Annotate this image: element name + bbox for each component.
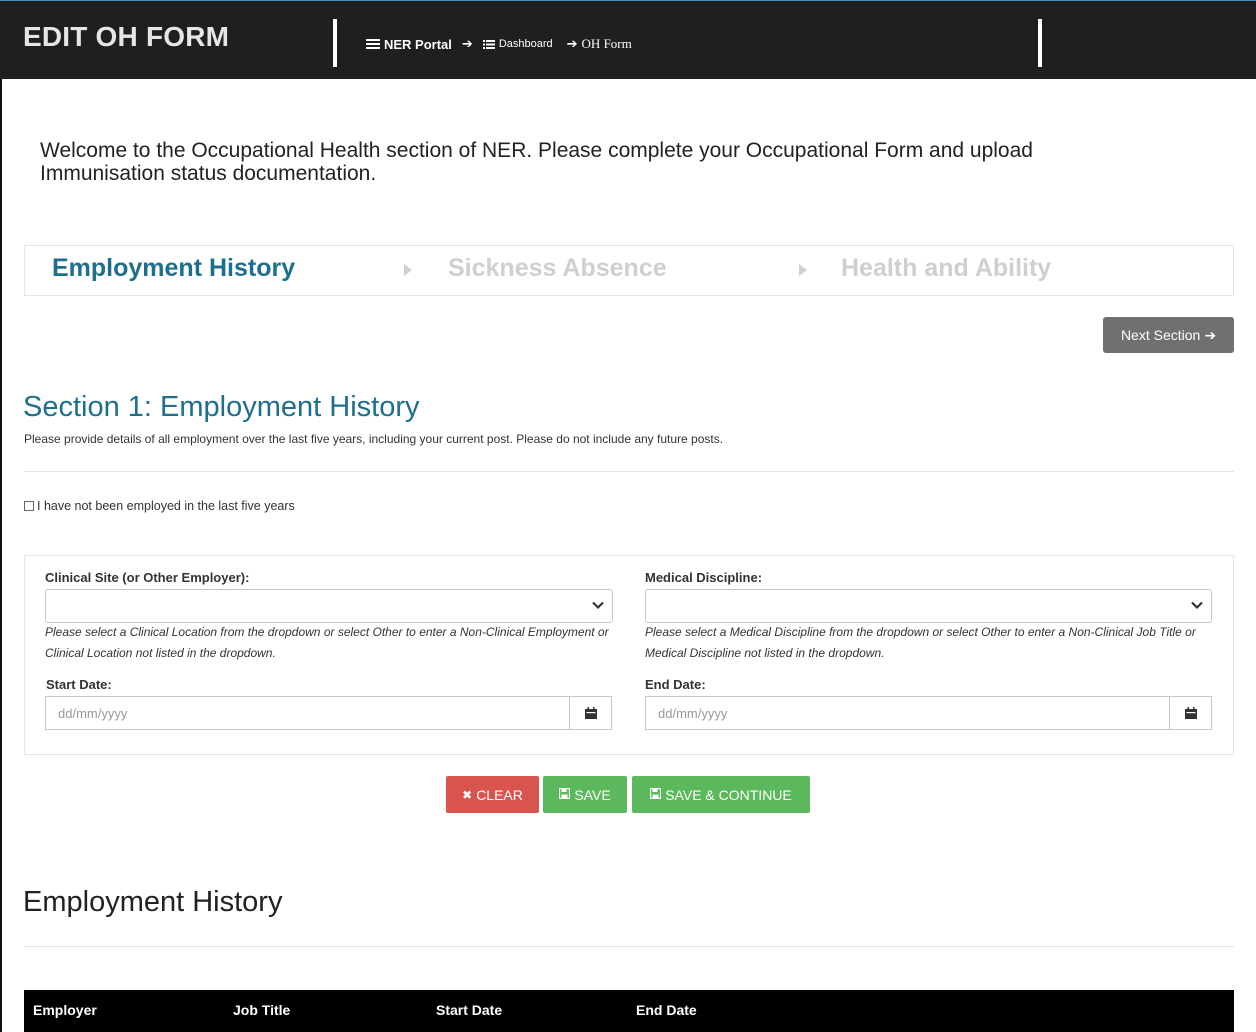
chevron-down-icon: [1191, 601, 1203, 610]
chevron-right-icon: [404, 264, 412, 276]
end-date-label: End Date:: [645, 677, 706, 692]
save-button[interactable]: SAVE: [543, 776, 627, 813]
save-label: SAVE: [574, 786, 611, 803]
column-header-start-date[interactable]: Start Date: [436, 1002, 502, 1018]
chevron-down-icon: [592, 601, 604, 610]
breadcrumb-label: OH Form: [581, 36, 632, 51]
not-employed-checkbox[interactable]: [24, 501, 34, 511]
breadcrumb-ner-portal[interactable]: NER Portal: [366, 37, 452, 52]
column-header-job-title[interactable]: Job Title: [233, 1002, 290, 1018]
breadcrumb-label: NER Portal: [384, 36, 452, 52]
clinical-site-select[interactable]: [45, 589, 613, 623]
not-employed-checkbox-row[interactable]: I have not been employed in the last fiv…: [24, 499, 295, 513]
header-divider: [333, 19, 337, 67]
start-date-placeholder: dd/mm/yyyy: [58, 706, 128, 721]
progress-steps: Employment History Sickness Absence Heal…: [24, 245, 1234, 296]
header-bar: EDIT OH FORM NER Portal ➔ Dashboard ➔ OH…: [0, 0, 1256, 79]
end-date-input[interactable]: dd/mm/yyyy: [645, 696, 1212, 730]
clinical-site-label: Clinical Site (or Other Employer):: [45, 570, 250, 585]
close-icon: ✖: [462, 787, 473, 802]
next-section-label: Next Section: [1120, 327, 1201, 343]
save-and-continue-button[interactable]: SAVE & CONTINUE: [632, 776, 810, 813]
section-description: Please provide details of all employment…: [24, 432, 724, 446]
start-date-input[interactable]: dd/mm/yyyy: [45, 696, 612, 730]
divider: [24, 471, 1234, 472]
calendar-icon[interactable]: [569, 697, 611, 729]
floppy-disk-icon: [559, 787, 571, 802]
arrow-right-icon: ➔: [461, 36, 473, 51]
list-icon: [482, 37, 495, 52]
column-header-end-date[interactable]: End Date: [636, 1002, 697, 1018]
employment-history-table-header: Employer Job Title Start Date End Date: [24, 990, 1234, 1032]
column-header-employer[interactable]: Employer: [33, 1002, 97, 1018]
floppy-disk-icon: [650, 787, 662, 802]
clear-button[interactable]: ✖ CLEAR: [446, 776, 539, 813]
medical-discipline-label: Medical Discipline:: [645, 570, 763, 585]
clinical-site-help: Please select a Clinical Location from t…: [45, 625, 609, 660]
page-title: EDIT OH FORM: [23, 21, 230, 52]
arrow-right-icon: ➔: [1204, 326, 1217, 343]
calendar-icon[interactable]: [1169, 697, 1211, 729]
employment-history-heading: Employment History: [23, 886, 283, 918]
arrow-right-icon: ➔: [566, 36, 578, 51]
next-section-button[interactable]: Next Section ➔: [1103, 317, 1234, 353]
header-divider: [1038, 19, 1042, 67]
medical-discipline-help: Please select a Medical Discipline from …: [645, 625, 1196, 660]
employment-form-panel: Clinical Site (or Other Employer): Pleas…: [24, 555, 1234, 755]
step-health-and-ability[interactable]: Health and Ability: [841, 254, 1051, 283]
breadcrumb-oh-form[interactable]: OH Form: [582, 36, 632, 52]
end-date-placeholder: dd/mm/yyyy: [658, 706, 728, 721]
chevron-right-icon: [799, 264, 807, 276]
medical-discipline-select[interactable]: [645, 589, 1212, 623]
save-and-continue-label: SAVE & CONTINUE: [665, 786, 792, 803]
step-employment-history[interactable]: Employment History: [52, 254, 295, 283]
breadcrumb-dashboard[interactable]: Dashboard: [482, 37, 553, 52]
section-title: Section 1: Employment History: [23, 391, 420, 423]
welcome-message: Welcome to the Occupational Health secti…: [40, 139, 1033, 185]
clear-label: CLEAR: [476, 786, 523, 803]
start-date-label: Start Date:: [46, 677, 112, 692]
not-employed-label: I have not been employed in the last fiv…: [37, 499, 295, 513]
divider: [24, 946, 1234, 947]
breadcrumb-label: Dashboard: [498, 38, 553, 50]
list-icon: [366, 37, 380, 52]
step-sickness-absence[interactable]: Sickness Absence: [448, 254, 667, 283]
breadcrumb: NER Portal ➔ Dashboard ➔ OH Form: [366, 36, 632, 52]
